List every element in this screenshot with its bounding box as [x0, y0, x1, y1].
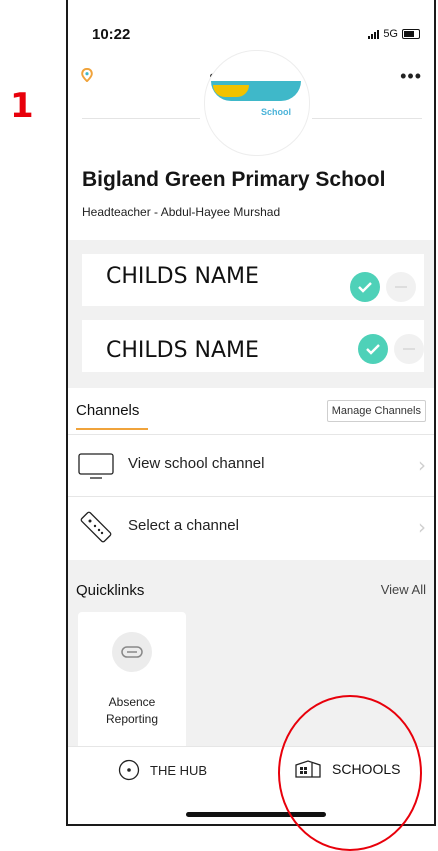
hub-circle-icon — [118, 759, 140, 781]
child-row[interactable]: CHILDS NAME — [82, 254, 424, 306]
remote-control-icon — [80, 511, 112, 543]
hero-divider-left — [82, 118, 200, 119]
tab-label: THE HUB — [150, 762, 208, 778]
signal-icon — [368, 29, 380, 39]
tab-the-hub[interactable]: THE HUB — [118, 759, 207, 781]
channel-row-view-school[interactable]: View school channel › — [68, 434, 434, 497]
step-number-annotation: 1 — [10, 86, 34, 126]
view-all-link[interactable]: View All — [381, 582, 426, 597]
highlight-circle-annotation — [278, 695, 422, 851]
link-icon — [112, 632, 152, 672]
chevron-right-icon: › — [418, 515, 426, 539]
network-label: 5G — [383, 28, 398, 40]
quicklink-card-label: Absence Reporting — [105, 695, 159, 726]
school-name: Bigland Green Primary School — [82, 168, 386, 191]
chevron-right-icon: › — [418, 453, 426, 477]
minus-icon — [394, 334, 424, 364]
channels-tab-underline — [76, 428, 148, 430]
more-dots-icon[interactable]: ••• — [400, 66, 422, 87]
status-time: 10:22 — [92, 26, 131, 43]
logo-text: School — [261, 107, 292, 117]
status-indicators: 5G — [368, 28, 420, 40]
child-row[interactable]: CHILDS NAME — [82, 320, 424, 372]
headteacher-label: Headteacher - Abdul-Hayee Murshad — [82, 205, 281, 219]
children-section: CHILDS NAME CHILDS NAME — [68, 240, 434, 388]
channel-row-select[interactable]: Select a channel › — [68, 496, 434, 559]
child-name: CHILDS NAME — [106, 264, 259, 289]
check-icon — [358, 334, 388, 364]
battery-icon — [402, 29, 420, 39]
check-icon — [350, 272, 380, 302]
manage-channels-button[interactable]: Manage Channels — [326, 400, 426, 422]
minus-icon — [386, 272, 416, 302]
channels-tab[interactable]: Channels — [76, 402, 139, 419]
child-name: CHILDS NAME — [106, 338, 259, 363]
hero-divider-right — [312, 118, 422, 119]
school-logo: School — [204, 50, 310, 156]
channel-row-label: Select a channel — [128, 517, 239, 534]
monitor-icon — [78, 453, 114, 479]
quicklinks-title: Quicklinks — [76, 582, 145, 599]
quicklink-card-absence[interactable]: Absence Reporting — [78, 612, 186, 798]
channel-row-label: View school channel — [128, 455, 265, 472]
